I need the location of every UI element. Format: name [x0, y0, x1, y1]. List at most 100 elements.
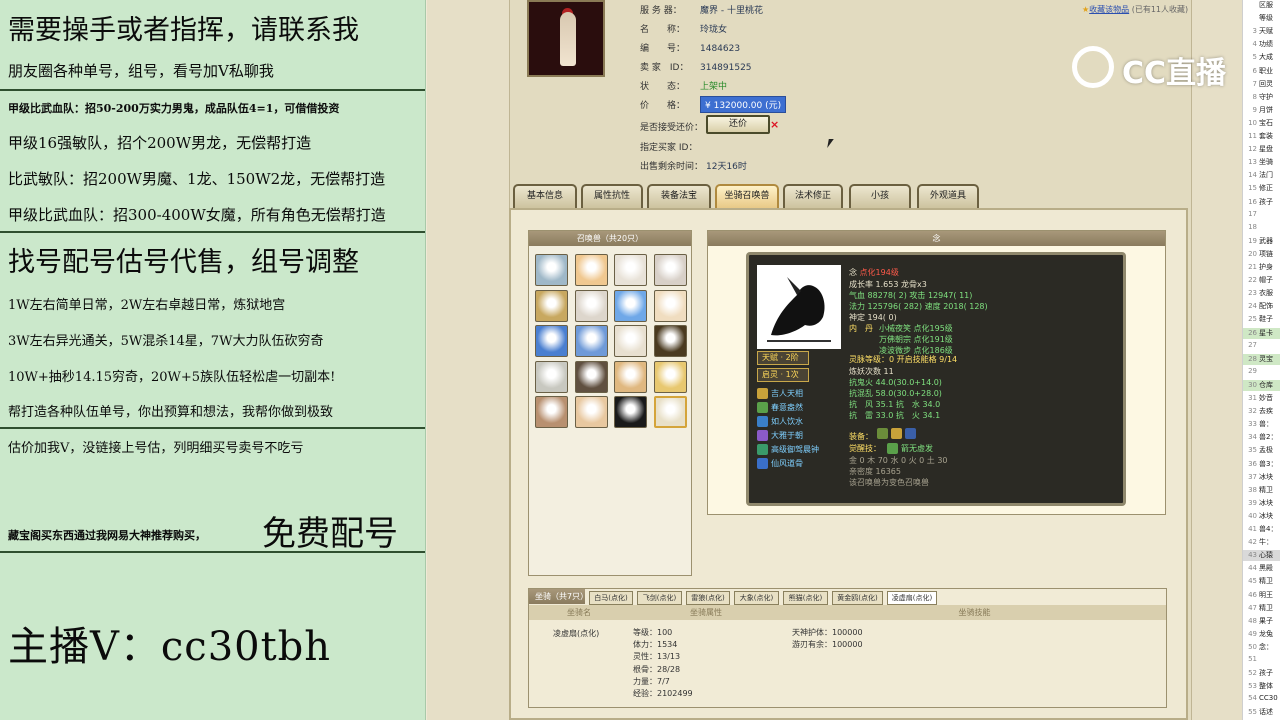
- side-list-item[interactable]: 40 冰块: [1243, 511, 1280, 522]
- side-list-item[interactable]: 21 护身: [1243, 262, 1280, 273]
- pet-slot[interactable]: [653, 360, 687, 393]
- tab-mounts-pets[interactable]: 坐骑召唤兽: [715, 184, 779, 208]
- pet-skill-icon[interactable]: [757, 388, 768, 399]
- pet-slot[interactable]: [614, 360, 647, 393]
- side-list-item[interactable]: 20 项链: [1243, 249, 1280, 260]
- side-list-item[interactable]: 52 孩子: [1243, 668, 1280, 679]
- mount-tab[interactable]: 凌虚扇(点化): [887, 591, 937, 605]
- side-list-item[interactable]: 23 衣服: [1243, 288, 1280, 299]
- pet-slot[interactable]: [653, 396, 687, 428]
- side-list-item[interactable]: 5 大成: [1243, 52, 1280, 63]
- tab-appearance[interactable]: 外观道具: [917, 184, 979, 208]
- pet-slot[interactable]: [614, 396, 647, 428]
- side-list-item[interactable]: 22 帽子: [1243, 275, 1280, 286]
- side-list-item[interactable]: 34 兽2：: [1243, 432, 1280, 443]
- side-list-item[interactable]: 27: [1243, 341, 1280, 352]
- side-list-item[interactable]: 11 套装: [1243, 131, 1280, 142]
- side-list-item[interactable]: 15 修正: [1243, 183, 1280, 194]
- pet-slot[interactable]: [653, 289, 687, 322]
- side-list-item[interactable]: 28 灵宝: [1243, 353, 1280, 365]
- side-list-item[interactable]: 8 守护: [1243, 92, 1280, 103]
- mount-tab[interactable]: 熊猫(点化): [783, 591, 828, 605]
- pet-slot[interactable]: [614, 325, 647, 357]
- side-list-item[interactable]: 46 明王: [1243, 590, 1280, 601]
- pet-slot[interactable]: [535, 325, 568, 357]
- side-list-item[interactable]: 16 孩子: [1243, 197, 1280, 208]
- tab-child[interactable]: 小孩: [849, 184, 911, 208]
- pet-slot[interactable]: [614, 289, 647, 322]
- mount-tab[interactable]: 黄金鸥(点化): [832, 591, 883, 605]
- pet-slot[interactable]: [535, 396, 568, 428]
- side-list-item[interactable]: 14 法门: [1243, 170, 1280, 181]
- side-list-item[interactable]: 44 黑殿: [1243, 563, 1280, 574]
- side-list-item[interactable]: 29: [1243, 367, 1280, 378]
- side-list-item[interactable]: 55 话述: [1243, 707, 1280, 718]
- side-list-item[interactable]: 24 配饰: [1243, 301, 1280, 312]
- tab-basic-info[interactable]: 基本信息: [513, 184, 577, 208]
- side-list-item[interactable]: 53 整体: [1243, 681, 1280, 692]
- close-icon[interactable]: ×: [770, 118, 779, 131]
- tab-attributes[interactable]: 属性抗性: [581, 184, 643, 208]
- side-list-item[interactable]: 36 兽3：: [1243, 459, 1280, 470]
- side-list-item[interactable]: 47 精卫: [1243, 603, 1280, 614]
- side-list-item[interactable]: 9 月饼: [1243, 105, 1280, 116]
- side-list-item[interactable]: 48 果子: [1243, 616, 1280, 627]
- pet-skill-icon[interactable]: [757, 416, 768, 427]
- side-list-item[interactable]: 38 精卫: [1243, 485, 1280, 496]
- mount-tab[interactable]: 大象(点化): [734, 591, 779, 605]
- pet-slot[interactable]: [574, 289, 608, 322]
- pet-slot[interactable]: [574, 360, 608, 393]
- pet-slot[interactable]: [574, 325, 608, 357]
- side-list-item[interactable]: 6 职业: [1243, 66, 1280, 77]
- side-list-item[interactable]: 31 妙音: [1243, 393, 1280, 404]
- pet-slot[interactable]: [574, 254, 608, 286]
- side-list-item[interactable]: 3 天赋: [1243, 26, 1280, 37]
- side-list-item[interactable]: 42 牛：: [1243, 537, 1280, 548]
- side-list-item[interactable]: 39 冰块: [1243, 498, 1280, 509]
- pet-slot[interactable]: [574, 396, 608, 428]
- side-list-item[interactable]: 19 武器: [1243, 236, 1280, 247]
- side-list-item[interactable]: 12 星盘: [1243, 144, 1280, 155]
- side-list-item[interactable]: 等级: [1243, 13, 1280, 24]
- side-list-item[interactable]: 35 孟极: [1243, 445, 1280, 456]
- pet-slot[interactable]: [535, 360, 568, 393]
- side-list-item[interactable]: 7 回灵: [1243, 79, 1280, 90]
- tab-spell-correction[interactable]: 法术修正: [783, 184, 843, 208]
- mount-tab[interactable]: 飞剑(点化): [637, 591, 682, 605]
- mount-tab[interactable]: 雷狼(点化): [686, 591, 730, 605]
- pet-slot[interactable]: [653, 254, 687, 286]
- side-list-item[interactable]: 18: [1243, 223, 1280, 234]
- equip-slot-icon[interactable]: [905, 428, 916, 439]
- side-list-item[interactable]: 区服: [1243, 0, 1280, 11]
- pet-skill-icon[interactable]: [757, 444, 768, 455]
- side-list-item[interactable]: 17: [1243, 210, 1280, 221]
- side-list-item[interactable]: 10 宝石: [1243, 118, 1280, 129]
- side-list-item[interactable]: 49 龙兔: [1243, 629, 1280, 640]
- side-list-item[interactable]: 13 坐骑: [1243, 157, 1280, 168]
- character-thumbnail[interactable]: [527, 0, 605, 77]
- equip-slot-icon[interactable]: [877, 428, 888, 439]
- pet-slot[interactable]: [653, 325, 687, 357]
- side-list-item[interactable]: 26 星卡: [1243, 327, 1280, 339]
- equip-slot-icon[interactable]: [891, 428, 902, 439]
- favorite-link[interactable]: 收藏该物品: [1089, 5, 1129, 14]
- side-list-item[interactable]: 32 去疾: [1243, 406, 1280, 417]
- side-list-item[interactable]: 41 兽4：: [1243, 524, 1280, 535]
- side-list-item[interactable]: 4 功绩: [1243, 39, 1280, 50]
- side-list-item[interactable]: 30 仓库: [1243, 379, 1280, 391]
- tab-equipment[interactable]: 装备法宝: [647, 184, 711, 208]
- pet-slot[interactable]: [614, 254, 647, 286]
- pet-slot[interactable]: [535, 254, 568, 286]
- side-list-item[interactable]: 51: [1243, 655, 1280, 666]
- side-list-item[interactable]: 25 鞋子: [1243, 314, 1280, 325]
- side-list-item[interactable]: 54 CC30: [1243, 694, 1280, 705]
- pet-slot[interactable]: [535, 289, 568, 322]
- counter-offer-button[interactable]: 还价: [706, 115, 770, 134]
- side-list-item[interactable]: 45 精卫: [1243, 576, 1280, 587]
- mount-tab[interactable]: 白马(点化): [589, 591, 633, 605]
- pet-skill-icon[interactable]: [757, 458, 768, 469]
- side-list-item[interactable]: 33 兽：: [1243, 419, 1280, 430]
- side-list-item[interactable]: 37 冰块: [1243, 472, 1280, 483]
- pet-skill-icon[interactable]: [757, 402, 768, 413]
- side-list-item[interactable]: 50 念：: [1243, 642, 1280, 653]
